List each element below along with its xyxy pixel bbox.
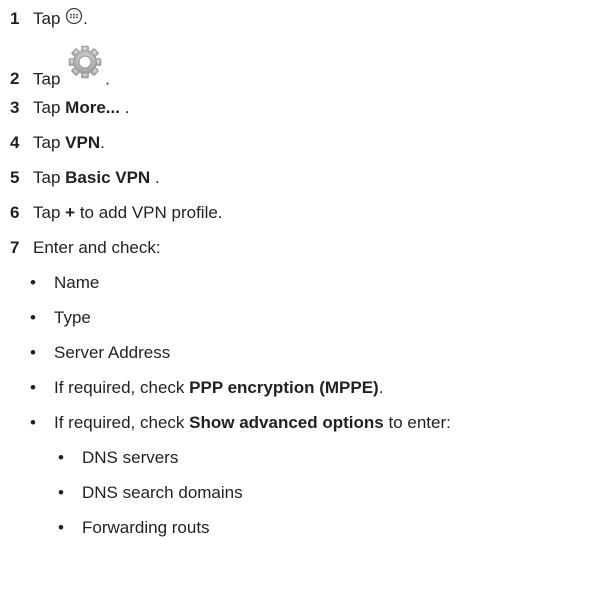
bullet-text-end: . <box>378 378 384 397</box>
bullet-ppp-encryption: • If required, check PPP encryption (MPPE… <box>30 375 383 401</box>
advanced-options-label: Show advanced options <box>189 413 384 432</box>
bullet-symbol: • <box>58 518 64 537</box>
bullet-symbol: • <box>30 273 36 292</box>
step-number: 2 <box>10 69 20 89</box>
bullet-symbol: • <box>30 343 36 362</box>
step-6: 6 Tap + to add VPN profile. <box>10 200 223 226</box>
step-number: 1 <box>10 9 20 28</box>
step-text: Tap <box>33 69 61 89</box>
ppp-encryption-label: PPP encryption (MPPE) <box>189 378 379 397</box>
step-number: 6 <box>10 203 20 222</box>
settings-gear-icon <box>65 45 105 89</box>
bullet-text: DNS search domains <box>82 483 243 502</box>
bullet-type: • Type <box>30 305 91 331</box>
bullet-text: Server Address <box>54 343 171 362</box>
basic-vpn-label: Basic VPN <box>65 168 151 187</box>
bullet-text-end: to enter: <box>388 413 451 432</box>
bullet-symbol: • <box>30 413 36 432</box>
step-number: 7 <box>10 238 20 257</box>
step-text-end: . <box>83 9 88 28</box>
step-text-end: . <box>105 69 110 89</box>
step-text-end: . <box>124 98 130 117</box>
bullet-server-address: • Server Address <box>30 340 170 366</box>
step-number: 5 <box>10 168 20 187</box>
step-2: 2 Tap . <box>10 45 110 88</box>
step-number: 3 <box>10 98 20 117</box>
step-3: 3 Tap More... . <box>10 95 129 121</box>
bullet-symbol: • <box>30 308 36 327</box>
step-text: Tap <box>33 203 61 222</box>
bullet-advanced-options: • If required, check Show advanced option… <box>30 410 451 436</box>
step-text-end: . <box>154 168 160 187</box>
bullet-text: Forwarding routs <box>82 518 210 537</box>
plus-label: + <box>65 203 76 222</box>
step-text: Tap <box>33 133 61 152</box>
step-number: 4 <box>10 133 20 152</box>
step-text-end: . <box>100 133 105 152</box>
step-text: Enter and check: <box>33 238 161 257</box>
step-4: 4 Tap VPN. <box>10 130 105 156</box>
sub-bullet-dns-servers: • DNS servers <box>58 445 178 471</box>
step-1: 1 Tap . <box>10 6 88 32</box>
step-7: 7 Enter and check: <box>10 235 161 261</box>
instructions-page: { "steps": [ {"num": "1", "pre": "Tap", … <box>0 0 607 604</box>
step-text: Tap <box>33 98 61 117</box>
vpn-label: VPN <box>65 133 101 152</box>
bullet-symbol: • <box>30 378 36 397</box>
step-text-end: to add VPN profile. <box>79 203 223 222</box>
bullet-name: • Name <box>30 270 99 296</box>
bullet-text: DNS servers <box>82 448 179 467</box>
apps-grid-icon <box>65 7 83 33</box>
bullet-text: Type <box>54 308 91 327</box>
bullet-text: Name <box>54 273 100 292</box>
menu-more-label: More... <box>65 98 120 117</box>
sub-bullet-dns-search-domains: • DNS search domains <box>58 480 243 506</box>
bullet-text: If required, check <box>54 378 185 397</box>
sub-bullet-forwarding-routs: • Forwarding routs <box>58 515 210 541</box>
step-text: Tap <box>33 168 61 187</box>
bullet-text: If required, check <box>54 413 185 432</box>
bullet-symbol: • <box>58 448 64 467</box>
step-text: Tap <box>33 9 61 28</box>
bullet-symbol: • <box>58 483 64 502</box>
step-5: 5 Tap Basic VPN . <box>10 165 160 191</box>
